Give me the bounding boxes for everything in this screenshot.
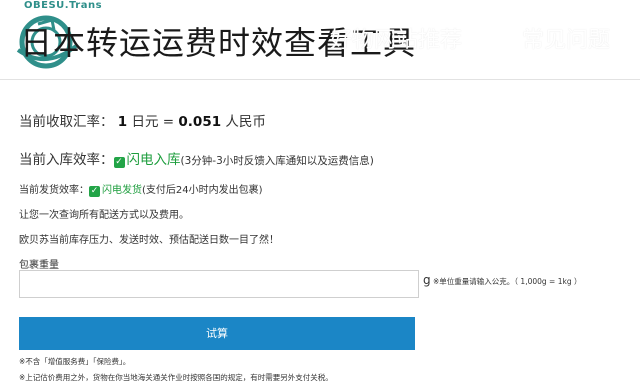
- jpy-unit: 日元 =: [131, 114, 175, 130]
- footer-note-1: ※不含「增值服务费」「保险费」。: [19, 357, 131, 366]
- weight-unit: g: [423, 273, 431, 287]
- weight-label: 包裹重量: [19, 260, 59, 271]
- nav-item-recommend[interactable]: 好物网站推荐: [330, 22, 462, 54]
- calculate-button[interactable]: 试算: [19, 317, 415, 350]
- weight-unit-note: ※单位重量请输入公克。（ 1,000g = 1kg ）: [433, 277, 582, 286]
- shipping-efficiency-row: 当前发货效率： ✓ 闪电发货(支付后24小时内发出包裹): [19, 181, 263, 197]
- intake-note: (3分钟-3小时反馈入库通知以及运费信息): [180, 155, 374, 167]
- shipping-note: (支付后24小时内发出包裹): [142, 185, 263, 196]
- check-icon: ✓: [113, 157, 125, 168]
- main-nav: 好物网站推荐 常见问题: [330, 22, 640, 54]
- site-header: OBESU.Trans 日本转运运费时效查看工具 好物网站推荐 常见问题: [0, 0, 640, 80]
- shipping-label: 当前发货效率：: [19, 185, 89, 196]
- exchange-rate-label: 当前收取汇率：: [19, 114, 114, 130]
- intake-efficiency-row: 当前入库效率： ✓ 闪电入库(3分钟-3小时反馈入库通知以及运费信息): [19, 148, 374, 168]
- intake-status: 闪电入库: [126, 152, 181, 168]
- jpy-amount: 1: [117, 114, 128, 130]
- exchange-rate-row: 当前收取汇率： 1 日元 = 0.051 人民币: [19, 110, 266, 130]
- intro-text-1: 让您一次查询所有配送方式以及费用。: [19, 210, 189, 221]
- intake-label: 当前入库效率：: [19, 152, 114, 168]
- intro-text-2: 欧贝苏当前库存压力、发送时效、预估配送日数一目了然！: [19, 235, 279, 246]
- check-icon: ✓: [89, 186, 100, 197]
- weight-input[interactable]: [19, 270, 419, 298]
- shipping-status: 闪电发货: [102, 185, 142, 196]
- nav-item-faq[interactable]: 常见问题: [522, 22, 610, 54]
- footer-note-2: ※上记估价费用之外，货物在你当地海关通关作业时按照各国的规定，有时需要另外支付关…: [19, 373, 333, 382]
- cny-unit: 人民币: [225, 114, 266, 130]
- cny-amount: 0.051: [178, 114, 222, 130]
